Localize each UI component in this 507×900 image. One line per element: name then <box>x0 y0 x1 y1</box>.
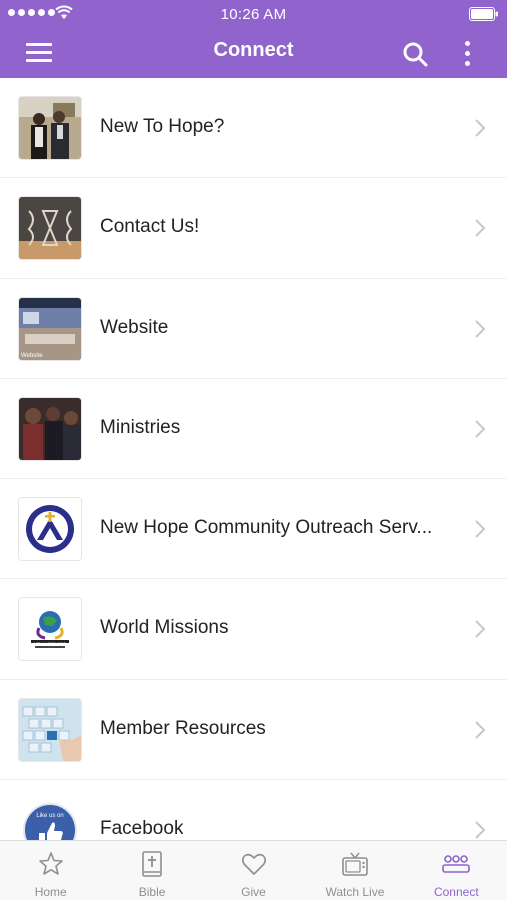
search-icon[interactable] <box>401 40 429 68</box>
chevron-right-icon <box>475 119 486 137</box>
tab-watch-live[interactable]: Watch Live <box>304 841 405 900</box>
list-item[interactable]: New To Hope? <box>0 78 507 179</box>
status-time: 10:26 AM <box>220 6 287 23</box>
tab-give[interactable]: Give <box>203 841 304 900</box>
page-title: Connect <box>213 39 294 61</box>
chevron-right-icon <box>475 721 486 739</box>
tab-bar: Home Bible Give Watch Live Connect <box>0 840 507 900</box>
outreach-seal-logo-thumbnail <box>19 498 81 561</box>
chevron-right-icon <box>475 219 486 238</box>
status-bar: 10:26 AM <box>0 0 507 28</box>
nav-bar: Connect <box>0 28 507 78</box>
tv-icon <box>342 852 368 876</box>
list-item-label: World Missions <box>100 617 229 639</box>
world-missions-logo-thumbnail: NEW HOPE COG <box>19 598 81 661</box>
thumbnail-caption: Like us on <box>36 813 64 820</box>
list-item-label: New To Hope? <box>100 116 225 137</box>
tab-home[interactable]: Home <box>0 841 101 900</box>
list-item[interactable]: Contact Us! <box>0 178 507 279</box>
star-icon <box>38 852 63 875</box>
heart-icon <box>241 853 266 875</box>
chevron-right-icon <box>475 520 486 538</box>
tab-connect[interactable]: Connect <box>406 841 507 900</box>
chevron-right-icon <box>475 821 486 839</box>
chevron-right-icon <box>475 319 486 338</box>
facebook-like-badge-thumbnail: Like us on <box>19 799 81 840</box>
couple-photo-thumbnail <box>19 97 81 159</box>
list-item-label: Ministries <box>100 416 181 438</box>
list-item[interactable]: Like us on Facebook <box>0 780 507 840</box>
more-options-icon[interactable] <box>458 39 478 69</box>
connect-list: New To Hope? Contact Us! Website Website… <box>0 78 507 840</box>
list-item-label: Website <box>100 316 169 338</box>
list-item-label: Member Resources <box>100 717 266 739</box>
tab-label: Bible <box>138 885 166 899</box>
people-icon <box>442 855 471 873</box>
tab-label: Home <box>34 885 67 899</box>
choir-photo-thumbnail <box>19 397 81 460</box>
list-item[interactable]: Member Resources <box>0 679 507 781</box>
list-item-label: New Hope Community Outreach Serv... <box>100 517 433 539</box>
list-item[interactable]: New Hope Community Outreach Serv... <box>0 479 507 580</box>
chevron-right-icon <box>475 420 486 438</box>
website-screenshot-thumbnail: Website <box>19 297 81 360</box>
tab-bible[interactable]: Bible <box>101 841 202 900</box>
list-item-label: Contact Us! <box>100 216 200 238</box>
thumbnail-caption: NEW HOPE COG <box>33 641 66 647</box>
list-item[interactable]: Website Website <box>0 278 507 379</box>
tab-label: Watch Live <box>325 885 385 899</box>
tab-label: Give <box>241 885 266 899</box>
wire-sculpture-photo-thumbnail <box>19 197 81 260</box>
list-item[interactable]: Ministries <box>0 378 507 480</box>
chevron-right-icon <box>475 620 486 639</box>
bible-icon <box>142 851 162 877</box>
thumbnail-caption: Website <box>21 352 43 359</box>
list-item[interactable]: NEW HOPE COG World Missions <box>0 579 507 680</box>
keyboard-photo-thumbnail <box>19 698 81 761</box>
battery-icon <box>469 7 498 21</box>
tab-label: Connect <box>433 885 479 899</box>
list-item-label: Facebook <box>100 818 184 840</box>
